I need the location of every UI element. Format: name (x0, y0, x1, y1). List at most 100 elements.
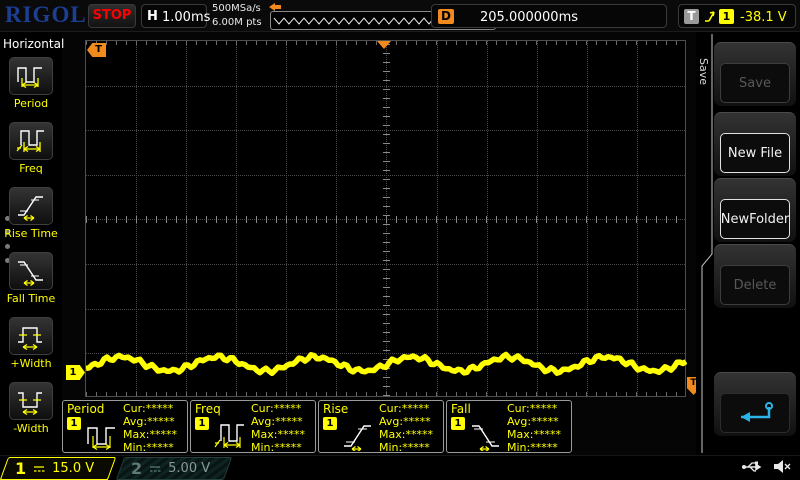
save-menu: Save Save New File NewFolder Delete (696, 32, 800, 455)
trigger-level-value: -38.1 V (740, 10, 787, 25)
rising-edge-trigger-icon (703, 9, 717, 24)
menu-item-neg-width[interactable]: -Width (0, 382, 62, 435)
channel-scale: 5.00 V (168, 461, 210, 476)
rigol-logo: RIGOL (5, 2, 87, 28)
menu-key-delete[interactable]: Delete (714, 244, 796, 308)
stat-max: Max:***** (123, 428, 177, 441)
measurement-name: Fall (451, 402, 471, 416)
menu-item-label: Freq (0, 162, 62, 175)
menu-item-fall-time[interactable]: Fall Time (0, 252, 62, 305)
graticule: T (85, 40, 686, 397)
stat-min: Min:***** (507, 441, 561, 454)
oscilloscope-screen: RIGOL STOP H 1.00ms 500MSa/s 6.00M pts D… (0, 0, 800, 480)
menu-item-label: Period (0, 97, 62, 110)
horizontal-timebase-box[interactable]: H 1.00ms (141, 4, 207, 28)
stat-cur: Cur:***** (507, 402, 561, 415)
channel1-trace-marker[interactable]: 1 (66, 365, 85, 380)
channel-2-label[interactable]: 2 5.00 V (116, 457, 232, 480)
delay-value: 205.000000ms (480, 10, 578, 25)
new-file-button[interactable]: New File (720, 133, 790, 173)
stat-avg: Avg:***** (251, 415, 305, 428)
stat-max: Max:***** (379, 428, 433, 441)
trigger-label: T (684, 9, 699, 24)
save-button[interactable]: Save (720, 63, 790, 103)
fall-time-icon (469, 419, 503, 451)
channel-1-label[interactable]: 1 15.0 V (0, 457, 116, 480)
new-folder-button[interactable]: NewFolder (720, 199, 790, 239)
measurement-name: Freq (195, 402, 221, 416)
menu-item-label: Fall Time (0, 292, 62, 305)
delay-badge: D (438, 9, 454, 24)
menu-tab-title: Save (697, 58, 710, 85)
delete-button[interactable]: Delete (720, 265, 790, 305)
freq-icon (15, 126, 47, 156)
stat-min: Min:***** (251, 441, 305, 454)
period-icon (15, 61, 47, 91)
neg-width-icon (15, 386, 47, 416)
stat-max: Max:***** (507, 428, 561, 441)
channel-status-bar: 1 15.0 V 2 5.00 V (0, 455, 800, 480)
menu-item-freq[interactable]: Freq (0, 122, 62, 175)
delay-readout-box[interactable]: D 205.000000ms (431, 4, 667, 28)
stat-min: Min:***** (123, 441, 177, 454)
rise-time-icon (341, 419, 375, 451)
return-button[interactable] (720, 393, 790, 433)
menu-item-label: -Width (0, 422, 62, 435)
measurement-panel-rise[interactable]: Rise 1 Cur:***** Avg:***** Max:***** Min… (318, 400, 444, 453)
stat-avg: Avg:***** (379, 415, 433, 428)
menu-key-new-folder[interactable]: NewFolder (714, 178, 796, 242)
measurement-source-badge: 1 (67, 417, 81, 430)
menu-tab-outline (696, 32, 716, 455)
trigger-position-marker[interactable] (377, 41, 391, 49)
preview-position-arrow (269, 3, 282, 11)
menu-item-rise-time[interactable]: Rise Time (0, 187, 62, 240)
period-icon (85, 419, 119, 451)
measurement-source-badge: 1 (195, 417, 209, 430)
trigger-readout-box[interactable]: T 1 -38.1 V (678, 4, 796, 28)
trigger-source-badge: 1 (719, 9, 734, 24)
waveform-trace (86, 41, 687, 398)
stat-cur: Cur:***** (123, 402, 177, 415)
top-status-bar: RIGOL STOP H 1.00ms 500MSa/s 6.00M pts D… (0, 0, 800, 32)
measure-menu: Horizontal Period Freq Rise Time (0, 32, 62, 455)
sample-rate: 500MSa/s (212, 2, 262, 16)
run-state-indicator[interactable]: STOP (88, 4, 136, 28)
stat-cur: Cur:***** (251, 402, 305, 415)
measurement-panel-period[interactable]: Period 1 Cur:***** Avg:***** Max:***** M… (62, 400, 188, 453)
menu-item-label: Rise Time (0, 227, 62, 240)
stat-cur: Cur:***** (379, 402, 433, 415)
measurement-source-badge: 1 (323, 417, 337, 430)
measurement-name: Period (67, 402, 104, 416)
acquisition-info: 500MSa/s 6.00M pts (212, 2, 262, 30)
menu-key-save[interactable]: Save (714, 42, 796, 106)
dc-coupling-icon (32, 464, 46, 474)
measurement-source-badge: 1 (451, 417, 465, 430)
return-arrow-icon (731, 400, 779, 426)
channel-number: 2 (131, 459, 142, 478)
memory-depth: 6.00M pts (212, 16, 262, 30)
stat-min: Min:***** (379, 441, 433, 454)
stat-max: Max:***** (251, 428, 305, 441)
menu-item-pos-width[interactable]: +Width (0, 317, 62, 370)
channel-scale: 15.0 V (52, 461, 94, 476)
measurement-panel-fall[interactable]: Fall 1 Cur:***** Avg:***** Max:***** Min… (446, 400, 572, 453)
measurement-name: Rise (323, 402, 348, 416)
horizontal-label: H (147, 9, 158, 24)
dc-coupling-icon (148, 464, 162, 474)
channel-number: 1 (15, 459, 26, 478)
fall-time-icon (15, 256, 47, 286)
stat-avg: Avg:***** (507, 415, 561, 428)
menu-key-return[interactable] (714, 372, 796, 436)
usb-icon (740, 460, 764, 473)
freq-icon (213, 419, 247, 451)
menu-item-label: +Width (0, 357, 62, 370)
measurement-panel-freq[interactable]: Freq 1 Cur:***** Avg:***** Max:***** Min… (190, 400, 316, 453)
measure-menu-title: Horizontal (3, 37, 64, 51)
rise-time-icon (15, 191, 47, 221)
pos-width-icon (15, 321, 47, 351)
menu-key-new-file[interactable]: New File (714, 112, 796, 176)
speaker-muted-icon (772, 459, 792, 474)
stat-avg: Avg:***** (123, 415, 177, 428)
timebase-value: 1.00ms (162, 10, 210, 25)
menu-item-period[interactable]: Period (0, 57, 62, 110)
